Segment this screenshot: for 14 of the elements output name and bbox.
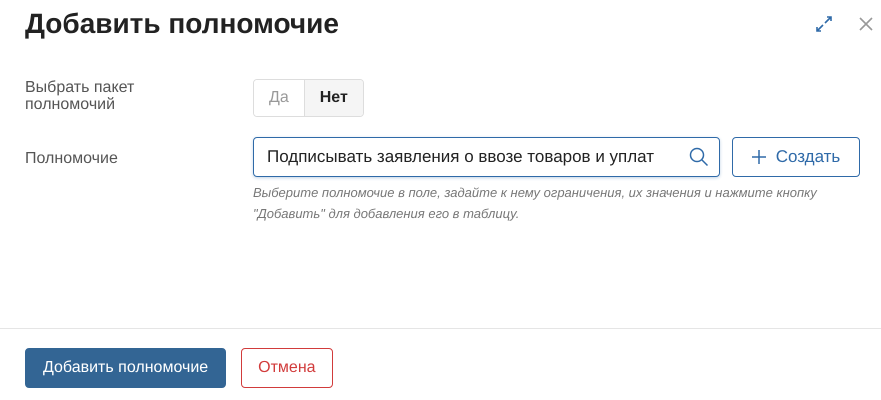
field-label: Полномочие bbox=[25, 149, 119, 169]
field-label: Выбрать пакет полномочий bbox=[25, 79, 136, 115]
cancel-button[interactable]: Отмена bbox=[241, 348, 333, 388]
toggle-option[interactable]: Нет bbox=[304, 80, 363, 116]
dialog-title: Добавить полномочие bbox=[25, 7, 339, 41]
create-button[interactable]: Создать bbox=[732, 137, 860, 177]
expand-icon[interactable] bbox=[815, 15, 833, 33]
add-button[interactable]: Добавить полномочие bbox=[25, 348, 226, 388]
close-icon[interactable] bbox=[859, 17, 873, 31]
plus-icon bbox=[752, 150, 766, 164]
field-value: Подписывать заявления о ввозе товаров и уплат bbox=[267, 146, 656, 168]
hint-text: Выберите полномочие в поле, задайте к нему ограничения, их значения и нажмите кнопку "Добавить" для добавления его в таблицу. bbox=[253, 184, 818, 223]
permission-field[interactable]: Подписывать заявления о ввозе товаров и уплат bbox=[253, 137, 720, 177]
search-icon[interactable] bbox=[689, 147, 709, 167]
